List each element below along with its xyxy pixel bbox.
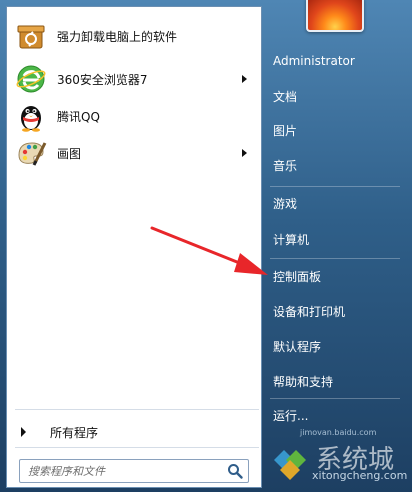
right-item-computer[interactable]: 计算机	[270, 226, 409, 254]
expand-arrow-icon	[21, 427, 26, 437]
search-box[interactable]	[19, 459, 249, 483]
divider	[15, 409, 259, 410]
submenu-arrow-icon[interactable]	[242, 149, 247, 157]
program-item-qq[interactable]: 腾讯QQ	[7, 98, 261, 134]
program-label: 画图	[57, 146, 82, 161]
right-item-help[interactable]: 帮助和支持	[270, 368, 409, 396]
user-avatar[interactable]	[306, 0, 364, 32]
qq-penguin-icon	[21, 106, 41, 132]
right-item-games[interactable]: 游戏	[270, 190, 409, 218]
right-item-default-programs[interactable]: 默认程序	[270, 333, 409, 361]
all-programs-label: 所有程序	[50, 425, 99, 440]
program-label: 腾讯QQ	[57, 109, 100, 124]
program-item-paint[interactable]: 画图	[7, 135, 261, 171]
divider	[270, 398, 400, 399]
program-label: 强力卸载电脑上的软件	[57, 29, 178, 44]
programs-panel: 强力卸载电脑上的软件 360安全浏览器7 腾讯QQ 画图 所有程序 搜索程序和文…	[6, 6, 262, 488]
right-item-run[interactable]: 运行...	[270, 402, 409, 430]
right-item-music[interactable]: 音乐	[270, 152, 409, 180]
paint-palette-icon	[18, 142, 47, 166]
right-item-user[interactable]: Administrator	[270, 47, 409, 75]
uninstaller-box-icon	[17, 25, 45, 49]
divider	[270, 258, 400, 259]
start-menu: 强力卸载电脑上的软件 360安全浏览器7 腾讯QQ 画图 所有程序 搜索程序和文…	[0, 0, 412, 492]
watermark-logo: 系统城	[274, 445, 394, 480]
search-input[interactable]	[20, 463, 226, 479]
right-item-devices-printers[interactable]: 设备和打印机	[270, 298, 409, 326]
program-item-uninstaller[interactable]: 强力卸载电脑上的软件	[7, 18, 261, 54]
program-label: 360安全浏览器7	[57, 72, 148, 87]
program-item-360-browser[interactable]: 360安全浏览器7	[7, 61, 261, 97]
right-item-control-panel[interactable]: 控制面板	[270, 263, 409, 291]
all-programs-button[interactable]: 所有程序	[7, 421, 261, 443]
watermark-brand: xitongcheng.com	[312, 469, 408, 482]
right-item-documents[interactable]: 文档	[270, 83, 409, 111]
divider	[15, 447, 259, 448]
submenu-arrow-icon[interactable]	[242, 75, 247, 83]
divider	[270, 186, 400, 187]
search-icon[interactable]	[226, 462, 244, 480]
right-item-pictures[interactable]: 图片	[270, 117, 409, 145]
watermark-url: jimovan.baidu.com	[300, 428, 377, 437]
360-browser-icon	[16, 65, 46, 93]
